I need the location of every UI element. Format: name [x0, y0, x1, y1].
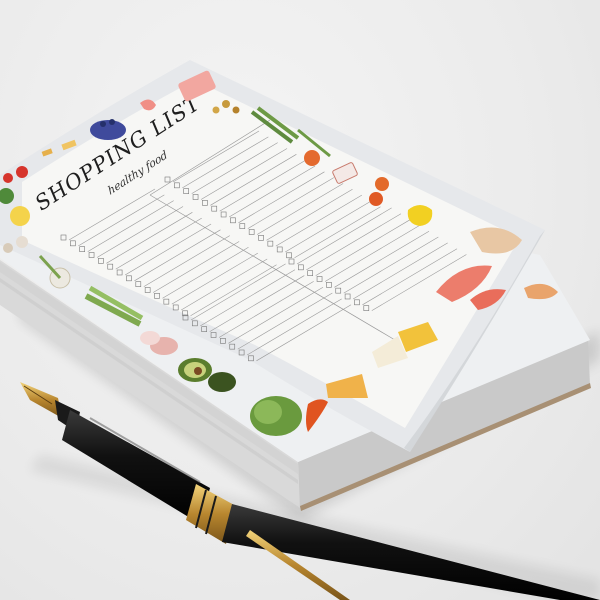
orange-icon	[369, 192, 383, 206]
orange-icon	[304, 150, 320, 166]
lemon-icon	[10, 206, 30, 226]
mushroom-icon	[16, 236, 28, 248]
tomato-icon	[16, 166, 28, 178]
product-photo: SHOPPING LIST healthy food	[0, 0, 600, 600]
orange-icon	[375, 177, 389, 191]
blueberry-bowl-icon	[90, 120, 126, 140]
tomato-icon	[3, 173, 13, 183]
nuts-icon	[222, 100, 230, 108]
scene-svg: SHOPPING LIST healthy food	[0, 60, 600, 600]
